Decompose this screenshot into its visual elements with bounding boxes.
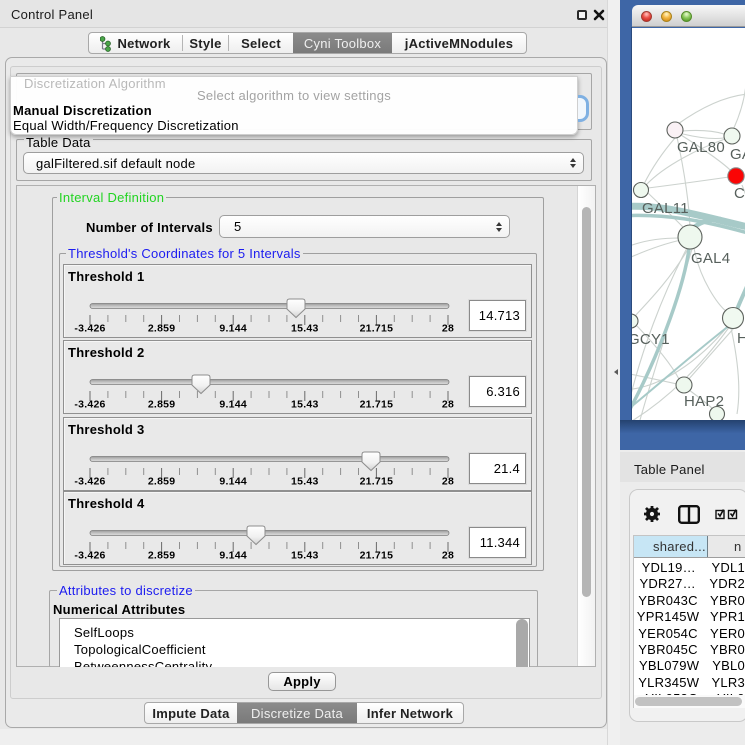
- svg-text:21.715: 21.715: [360, 323, 394, 335]
- svg-text:2.859: 2.859: [148, 550, 176, 562]
- svg-text:15.43: 15.43: [291, 399, 319, 411]
- svg-text:9.144: 9.144: [219, 323, 247, 335]
- svg-text:15.43: 15.43: [291, 476, 319, 488]
- svg-text:28: 28: [442, 476, 454, 488]
- svg-text:GCY1: GCY1: [632, 331, 670, 348]
- svg-text:21.715: 21.715: [360, 399, 394, 411]
- svg-text:-3.426: -3.426: [74, 550, 105, 562]
- svg-text:15.43: 15.43: [291, 323, 319, 335]
- svg-text:GAL11: GAL11: [642, 200, 689, 217]
- svg-text:-3.426: -3.426: [74, 323, 105, 335]
- svg-text:21.715: 21.715: [360, 476, 394, 488]
- svg-text:2.859: 2.859: [148, 476, 176, 488]
- svg-text:GAL80: GAL80: [677, 139, 725, 156]
- svg-text:2.859: 2.859: [148, 399, 176, 411]
- svg-text:-3.426: -3.426: [74, 476, 105, 488]
- svg-text:-3.426: -3.426: [74, 399, 105, 411]
- svg-text:HAP2: HAP2: [684, 393, 724, 410]
- svg-text:GAL4: GAL4: [691, 250, 730, 267]
- svg-text:2.859: 2.859: [148, 323, 176, 335]
- svg-text:28: 28: [442, 399, 454, 411]
- svg-text:28: 28: [442, 550, 454, 562]
- svg-text:C: C: [734, 185, 745, 202]
- svg-text:H: H: [737, 330, 745, 347]
- svg-text:9.144: 9.144: [219, 399, 247, 411]
- svg-text:9.144: 9.144: [219, 550, 247, 562]
- svg-text:9.144: 9.144: [219, 476, 247, 488]
- svg-text:15.43: 15.43: [291, 550, 319, 562]
- svg-text:21.715: 21.715: [360, 550, 394, 562]
- svg-text:28: 28: [442, 323, 454, 335]
- svg-text:GA: GA: [730, 146, 745, 163]
